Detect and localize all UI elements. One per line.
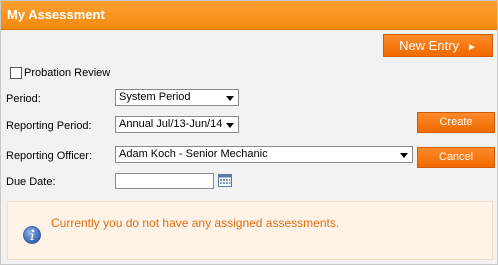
reporting-officer-select-value: Adam Koch - Senior Mechanic: [119, 148, 268, 160]
notice-message: Currently you do not have any assigned a…: [51, 216, 340, 230]
due-date-input[interactable]: [115, 173, 214, 189]
probation-review-label: Probation Review: [24, 67, 111, 79]
new-entry-button[interactable]: New Entry ►: [383, 34, 493, 57]
probation-review-checkbox[interactable]: [10, 67, 22, 79]
reporting-officer-label: Reporting Officer:: [6, 150, 93, 162]
panel-title: My Assessment: [7, 7, 105, 22]
chevron-down-icon: [226, 123, 234, 128]
reporting-period-select-value: Annual Jul/13-Jun/14: [119, 118, 223, 130]
panel-header: My Assessment: [1, 1, 497, 30]
reporting-period-label: Reporting Period:: [6, 120, 92, 132]
create-button[interactable]: Create: [417, 112, 495, 133]
new-entry-label: New Entry: [399, 38, 460, 53]
due-date-label: Due Date:: [6, 176, 56, 188]
notice-box: Currently you do not have any assigned a…: [7, 201, 493, 260]
chevron-down-icon: [400, 153, 408, 158]
arrow-right-icon: ►: [467, 42, 477, 53]
period-label: Period:: [6, 93, 41, 105]
reporting-officer-select[interactable]: Adam Koch - Senior Mechanic: [115, 146, 413, 163]
assessment-panel: My Assessment New Entry ► Probation Revie…: [0, 0, 498, 265]
calendar-icon[interactable]: [218, 173, 232, 187]
chevron-down-icon: [226, 96, 234, 101]
cancel-button[interactable]: Cancel: [417, 147, 495, 168]
reporting-period-select[interactable]: Annual Jul/13-Jun/14: [115, 116, 239, 133]
info-icon: [23, 226, 41, 244]
period-select-value: System Period: [119, 91, 191, 103]
period-select[interactable]: System Period: [115, 89, 239, 106]
